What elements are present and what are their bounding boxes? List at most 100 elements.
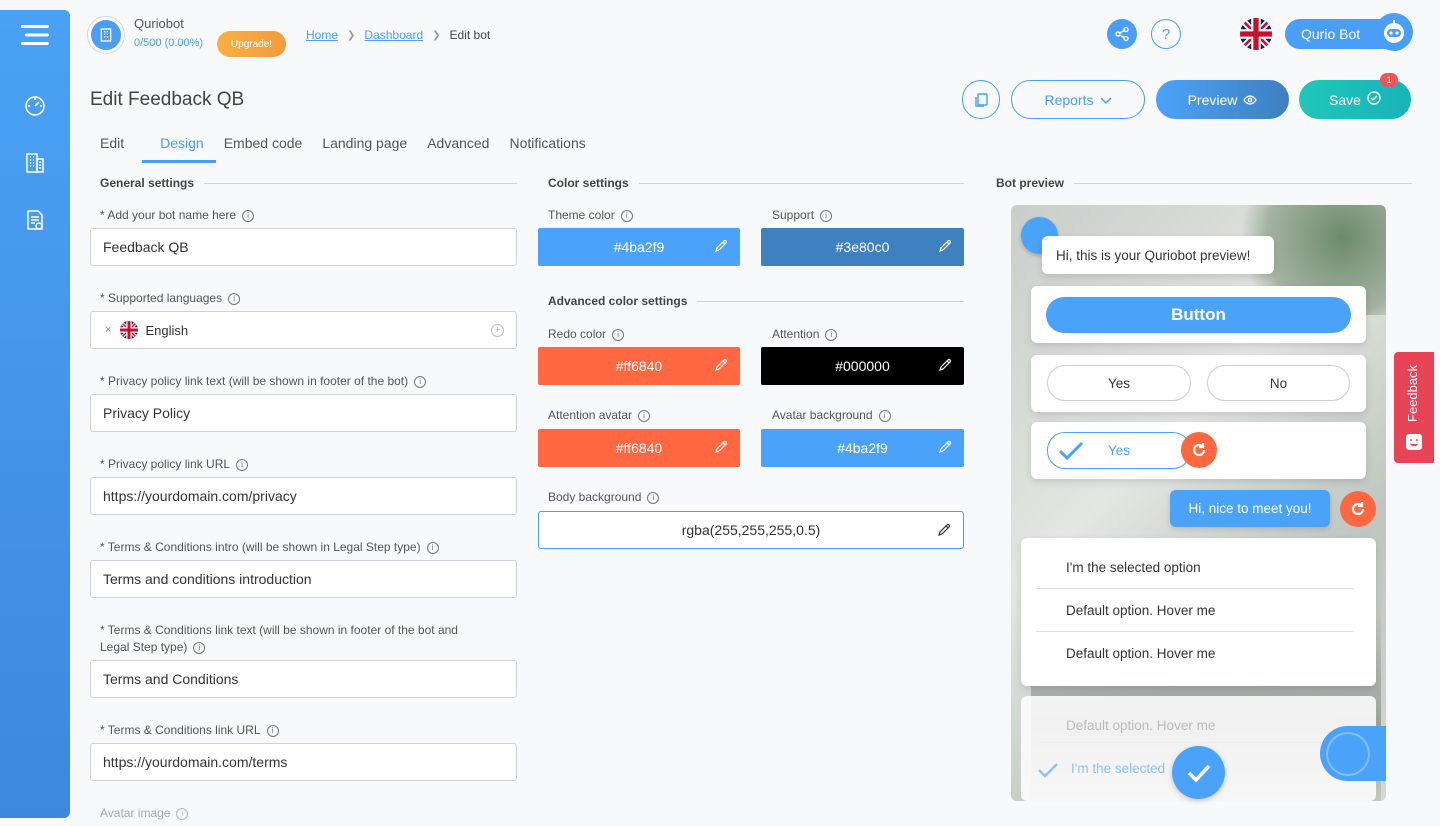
bot-logo[interactable] bbox=[87, 16, 125, 54]
share-button[interactable] bbox=[1107, 19, 1137, 49]
dashboard-gauge-icon[interactable] bbox=[20, 90, 50, 120]
info-icon[interactable]: i bbox=[820, 209, 833, 222]
languages-select[interactable]: × English + bbox=[90, 311, 517, 349]
advanced-color-heading: Advanced color settings bbox=[548, 294, 964, 308]
tab-landing-page[interactable]: Landing page bbox=[312, 135, 417, 163]
uk-flag-icon[interactable] bbox=[1240, 18, 1272, 50]
bot-name-input[interactable]: Feedback QB bbox=[90, 228, 517, 266]
terms-url-input[interactable]: https://yourdomain.com/terms bbox=[90, 743, 517, 781]
bot-launcher-button[interactable] bbox=[1320, 726, 1386, 781]
terms-text-input[interactable]: Terms and Conditions bbox=[90, 660, 517, 698]
privacy-text-label: * Privacy policy link text (will be show… bbox=[100, 373, 427, 390]
support-color-picker[interactable]: #3e80c0 bbox=[761, 228, 964, 266]
tab-edit[interactable]: Edit bbox=[100, 135, 134, 163]
body-bg-picker[interactable]: rgba(255,255,255,0.5) bbox=[538, 511, 964, 549]
breadcrumb-dashboard[interactable]: Dashboard bbox=[364, 28, 423, 42]
info-icon[interactable]: i bbox=[426, 541, 439, 554]
options-list-card: I'm the selected option Default option. … bbox=[1021, 538, 1376, 686]
eyedropper-icon[interactable] bbox=[714, 440, 728, 457]
faded-selected-item[interactable]: I'm the selected bbox=[1071, 761, 1165, 776]
avatar-image-label: Avatar image i bbox=[100, 805, 189, 822]
attention-avatar-label: Attention avatar i bbox=[548, 407, 651, 424]
tab-advanced[interactable]: Advanced bbox=[417, 135, 499, 163]
list-item[interactable]: Default option. Hover me bbox=[1036, 589, 1353, 632]
feedback-side-tab[interactable]: Feedback bbox=[1394, 352, 1434, 463]
chevron-down-icon bbox=[1099, 92, 1112, 108]
info-icon[interactable]: i bbox=[620, 209, 633, 222]
advanced-color-title: Advanced color settings bbox=[548, 294, 688, 308]
save-button[interactable]: Save 1 bbox=[1299, 73, 1411, 119]
theme-color-picker[interactable]: #4ba2f9 bbox=[538, 228, 740, 266]
privacy-url-label-text: * Privacy policy link URL bbox=[100, 457, 231, 471]
selected-yes-button[interactable]: Yes bbox=[1047, 432, 1191, 469]
preview-button[interactable]: Button bbox=[1046, 297, 1351, 333]
building-icon[interactable] bbox=[20, 148, 50, 178]
info-icon[interactable]: i bbox=[228, 292, 241, 305]
tab-design[interactable]: Design bbox=[142, 135, 216, 163]
attention-avatar-picker[interactable]: #ff6840 bbox=[538, 429, 740, 467]
info-icon[interactable]: i bbox=[176, 807, 189, 820]
info-icon[interactable]: i bbox=[266, 724, 279, 737]
tab-embed-code[interactable]: Embed code bbox=[214, 135, 313, 163]
info-icon[interactable]: i bbox=[638, 409, 651, 422]
menu-icon[interactable] bbox=[18, 20, 52, 50]
redo-icon[interactable] bbox=[1181, 432, 1217, 468]
redo-color-picker[interactable]: #ff6840 bbox=[538, 347, 740, 385]
add-language-icon[interactable]: + bbox=[491, 324, 504, 337]
color-settings-heading: Color settings bbox=[548, 176, 964, 190]
breadcrumb-current: Edit bot bbox=[449, 28, 491, 42]
privacy-url-label: * Privacy policy link URL i bbox=[100, 456, 249, 473]
confirm-button[interactable] bbox=[1172, 746, 1225, 799]
tab-notifications[interactable]: Notifications bbox=[499, 135, 595, 163]
eyedropper-icon[interactable] bbox=[938, 440, 952, 457]
reports-button[interactable]: Reports bbox=[1011, 80, 1145, 119]
avatar-bg-label-text: Avatar background bbox=[772, 408, 873, 422]
preview-label: Preview bbox=[1187, 91, 1238, 108]
no-button[interactable]: No bbox=[1207, 365, 1350, 401]
copy-button[interactable] bbox=[962, 80, 1000, 119]
eyedropper-icon[interactable] bbox=[714, 358, 728, 375]
eyedropper-icon[interactable] bbox=[938, 358, 952, 375]
preview-button[interactable]: Preview bbox=[1156, 80, 1289, 119]
info-icon[interactable]: i bbox=[878, 409, 891, 422]
yes-button[interactable]: Yes bbox=[1047, 365, 1191, 401]
faded-list-item[interactable]: Default option. Hover me bbox=[1066, 718, 1215, 733]
privacy-text-input[interactable]: Privacy Policy bbox=[90, 394, 517, 432]
eyedropper-icon[interactable] bbox=[937, 523, 951, 540]
avatar-bg-picker[interactable]: #4ba2f9 bbox=[761, 429, 964, 467]
breadcrumb: Home ❯ Dashboard ❯ Edit bot bbox=[306, 28, 490, 42]
eyedropper-icon[interactable] bbox=[938, 239, 952, 256]
document-check-icon[interactable] bbox=[20, 205, 50, 235]
remove-tag-icon[interactable]: × bbox=[105, 324, 111, 336]
avatar-bg-value: #4ba2f9 bbox=[837, 440, 888, 456]
eyedropper-icon[interactable] bbox=[714, 239, 728, 256]
terms-text-label-2: Legal Step type) i bbox=[100, 639, 206, 656]
redo-icon[interactable] bbox=[1340, 491, 1376, 527]
info-icon[interactable]: i bbox=[193, 641, 206, 654]
support-color-label-text: Support bbox=[772, 208, 815, 222]
usage-counter: 0/500 (0.00%) bbox=[134, 37, 204, 49]
check-circle-icon bbox=[1367, 91, 1381, 108]
upgrade-button[interactable]: Upgrade! bbox=[217, 31, 286, 57]
terms-intro-input[interactable]: Terms and conditions introduction bbox=[90, 560, 517, 598]
theme-color-label-text: Theme color bbox=[548, 208, 615, 222]
body-bg-label-text: Body background bbox=[548, 490, 642, 504]
info-icon[interactable]: i bbox=[236, 458, 249, 471]
selected-yes-label: Yes bbox=[1107, 443, 1131, 458]
list-item[interactable]: Default option. Hover me bbox=[1036, 632, 1353, 675]
info-icon[interactable]: i bbox=[612, 328, 625, 341]
support-color-value: #3e80c0 bbox=[835, 239, 890, 255]
attention-color-picker[interactable]: #000000 bbox=[761, 347, 964, 385]
user-menu-button[interactable]: Qurio Bot bbox=[1285, 13, 1413, 51]
breadcrumb-home[interactable]: Home bbox=[306, 28, 338, 42]
body-bg-value: rgba(255,255,255,0.5) bbox=[681, 522, 821, 538]
building-icon bbox=[91, 20, 121, 50]
help-button[interactable]: ? bbox=[1151, 19, 1181, 49]
info-icon[interactable]: i bbox=[242, 209, 255, 222]
info-icon[interactable]: i bbox=[414, 375, 427, 388]
info-icon[interactable]: i bbox=[647, 491, 660, 504]
info-icon[interactable]: i bbox=[825, 328, 838, 341]
privacy-url-input[interactable]: https://yourdomain.com/privacy bbox=[90, 477, 517, 515]
unsaved-badge: 1 bbox=[1380, 73, 1398, 87]
list-item[interactable]: I'm the selected option bbox=[1036, 546, 1353, 589]
